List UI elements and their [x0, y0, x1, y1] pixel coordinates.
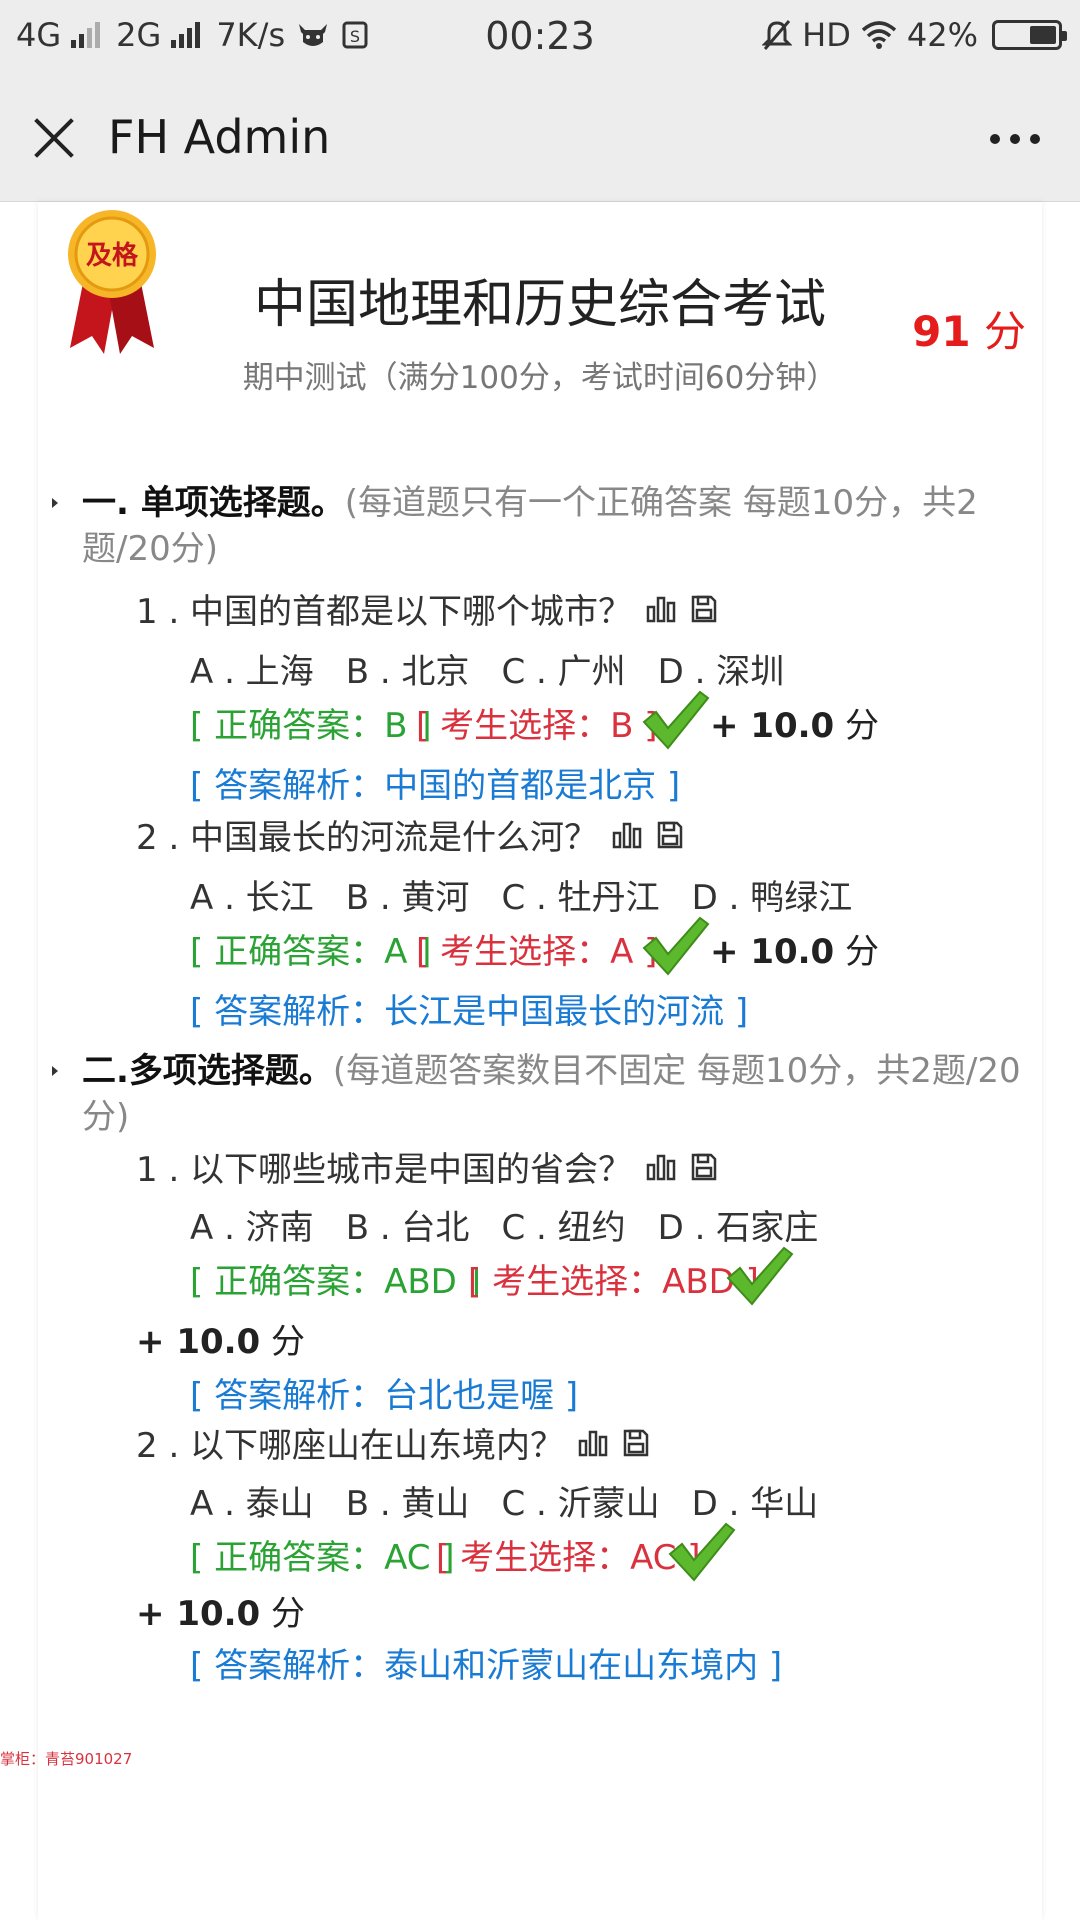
question-text: 1 . 中国的首都是以下哪个城市？: [136, 592, 633, 632]
student-choice: [ 考生选择：ABD ]: [468, 1262, 759, 1302]
question: 1 . 中国的首都是以下哪个城市？: [136, 584, 718, 633]
answer-analysis: [ 答案解析：长江是中国最长的河流 ]: [190, 992, 749, 1032]
student-choice: [ 考生选择：AC ]: [436, 1538, 701, 1578]
question-text: 1 . 以下哪些城市是中国的省会？: [136, 1150, 633, 1190]
option: B . 台北: [345, 1208, 470, 1248]
correct-answer: [ 正确答案：A ]: [190, 932, 432, 972]
stats-icon[interactable]: [646, 1153, 676, 1181]
option: B . 北京: [345, 652, 470, 692]
status-right: HD 42%: [762, 16, 1067, 54]
question-text: 2 . 以下哪座山在山东境内？: [136, 1426, 565, 1466]
correct-answer: [ 正确答案：ABD ]: [190, 1262, 481, 1302]
options: A . 上海 B . 北京 C . 广州 D . 深圳: [190, 644, 816, 693]
more-options-icon[interactable]: [990, 134, 1040, 144]
options: A . 济南 B . 台北 C . 纽约 D . 石家庄: [190, 1200, 850, 1249]
points-earned: + 10.0 分: [136, 1594, 306, 1634]
answer-analysis: [ 答案解析：中国的首都是北京 ]: [190, 766, 681, 806]
checkmark-icon: [726, 1246, 794, 1306]
page-title: FH Admin: [108, 110, 331, 164]
option: B . 黄山: [345, 1484, 470, 1524]
option: A . 泰山: [190, 1484, 314, 1524]
section-title: 二.多项选择题。: [82, 1051, 333, 1091]
watermark-text: 掌柜：青苔901027: [0, 1750, 133, 1768]
question: 1 . 以下哪些城市是中国的省会？: [136, 1142, 718, 1191]
question: 2 . 以下哪座山在山东境内？: [136, 1418, 650, 1467]
points-earned: + 10.0 分: [710, 932, 880, 972]
exam-result-card: 及格 中国地理和历史综合考试 期中测试（满分100分，考试时间60分钟） 91 …: [38, 202, 1042, 1920]
correct-answer: [ 正确答案：AC ]: [190, 1538, 455, 1578]
option: D . 华山: [691, 1484, 819, 1524]
score-value: 91: [912, 307, 971, 356]
checkmark-icon: [668, 1522, 736, 1582]
correct-answer: [ 正确答案：B ]: [190, 706, 432, 746]
option: C . 沂蒙山: [501, 1484, 660, 1524]
expand-arrow-icon[interactable]: [52, 1066, 58, 1076]
options: A . 长江 B . 黄河 C . 牡丹江 D . 鸭绿江: [190, 870, 884, 919]
score-unit: 分: [983, 307, 1026, 356]
points-earned: + 10.0 分: [710, 706, 880, 746]
stats-icon[interactable]: [646, 595, 676, 623]
save-icon[interactable]: [690, 1152, 718, 1182]
option: D . 石家庄: [657, 1208, 819, 1248]
save-icon[interactable]: [656, 820, 684, 850]
expand-arrow-icon[interactable]: [52, 498, 58, 508]
mute-icon: [762, 20, 793, 50]
question-text: 2 . 中国最长的河流是什么河？: [136, 818, 599, 858]
exam-subtitle: 期中测试（满分100分，考试时间60分钟）: [242, 360, 838, 396]
option: D . 鸭绿江: [691, 878, 853, 918]
option: A . 长江: [190, 878, 314, 918]
checkmark-icon: [642, 916, 710, 976]
answer-analysis: [ 答案解析：台北也是喔 ]: [190, 1376, 579, 1416]
save-icon[interactable]: [622, 1428, 650, 1458]
points-earned: + 10.0 分: [136, 1322, 306, 1362]
checkmark-icon: [642, 690, 710, 750]
section-header[interactable]: 二.多项选择题。(每道题答案数目不固定 每题10分，共2题/20分): [52, 1048, 1042, 1140]
options: A . 泰山 B . 黄山 C . 沂蒙山 D . 华山: [190, 1476, 850, 1525]
option: B . 黄河: [345, 878, 470, 918]
option: C . 广州: [501, 652, 626, 692]
option: A . 济南: [190, 1208, 314, 1248]
answer-analysis: [ 答案解析：泰山和沂蒙山在山东境内 ]: [190, 1646, 783, 1686]
save-icon[interactable]: [690, 594, 718, 624]
stats-icon[interactable]: [578, 1429, 608, 1457]
student-choice: [ 考生选择：B ]: [416, 706, 658, 746]
section-title: 一. 单项选择题。: [82, 483, 345, 523]
hd-label: HD: [802, 16, 851, 54]
student-choice: [ 考生选择：A ]: [416, 932, 658, 972]
total-score: 91 分: [912, 298, 1026, 359]
option: C . 牡丹江: [501, 878, 660, 918]
battery-percent: 42%: [906, 16, 978, 54]
nav-bar: FH Admin: [0, 74, 1080, 202]
status-bar: 4G 2G 7K/s S 00:23 HD 42%: [0, 0, 1080, 74]
question: 2 . 中国最长的河流是什么河？: [136, 810, 684, 859]
wifi-icon: [861, 21, 897, 49]
exam-title: 中国地理和历史综合考试: [253, 275, 826, 335]
battery-icon: [992, 20, 1067, 50]
close-icon[interactable]: [30, 114, 78, 162]
option: D . 深圳: [657, 652, 785, 692]
option: C . 纽约: [501, 1208, 626, 1248]
option: A . 上海: [190, 652, 314, 692]
stats-icon[interactable]: [612, 821, 642, 849]
section-header[interactable]: 一. 单项选择题。(每道题只有一个正确答案 每题10分，共2题/20分): [52, 480, 1042, 572]
